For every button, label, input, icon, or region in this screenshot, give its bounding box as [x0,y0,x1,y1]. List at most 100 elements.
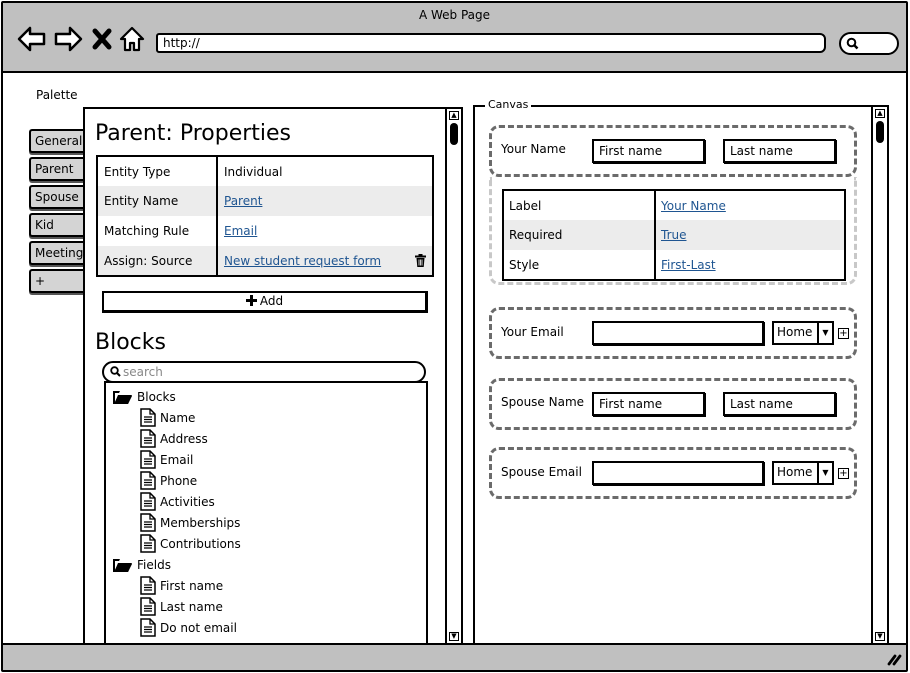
scroll-down-arrow-icon[interactable]: ▼ [449,632,459,641]
blocks-title: Blocks [95,330,166,355]
document-icon [140,513,156,532]
tree-item[interactable]: First name [106,575,426,596]
tree-item-label: Contributions [160,536,241,551]
table-row: Entity Name Parent [97,186,433,216]
scroll-up-arrow-icon[interactable]: ▲ [449,111,459,120]
tab-meeting[interactable]: Meeting [29,241,85,265]
property-key: Entity Name [97,186,218,216]
tree-item[interactable]: Phone [106,470,426,491]
trash-icon[interactable] [415,254,426,267]
tab-kid[interactable]: Kid [29,213,85,237]
assign-source-link[interactable]: New student request form [224,254,381,268]
document-icon [140,408,156,427]
label-setting-link[interactable]: Your Name [661,199,726,213]
properties-title: Parent: Properties [95,121,292,146]
entity-name-link[interactable]: Parent [224,194,262,208]
table-row: Matching Rule Email [97,216,433,246]
your-email-input[interactable] [592,321,764,345]
add-spouse-email-plus-icon[interactable]: + [838,468,849,479]
property-key: Matching Rule [97,216,218,246]
home-icon[interactable] [119,25,145,53]
tab-add[interactable]: + [29,269,85,293]
your-first-name-input[interactable]: First name [592,139,705,163]
tree-item[interactable]: Name [106,407,426,428]
add-button[interactable]: Add [102,291,428,313]
your-email-type-select[interactable]: Home ▼ [772,321,834,345]
property-value: Individual [224,164,283,179]
spouse-name-group[interactable]: Spouse Name First name Last name [489,378,857,430]
tree-item[interactable]: Activities [106,491,426,512]
tree-item-label: Activities [160,494,215,509]
setting-key: Required [503,220,656,250]
spouse-email-input[interactable] [592,461,764,485]
blocks-tree: Blocks Name Address Email Phone Activities Mem… [104,381,428,645]
spouse-name-label: Spouse Name [501,395,585,409]
window-title: A Web Page [418,8,491,22]
properties-scrollbar[interactable]: ▲ ▼ [445,109,461,643]
canvas-scrollbar[interactable]: ▲ ▼ [871,107,887,643]
tree-item[interactable]: Email [106,449,426,470]
document-icon [140,450,156,469]
tree-folder[interactable]: Blocks [106,386,426,407]
properties-panel: Parent: Properties Entity Type Individua… [83,107,463,645]
chevron-down-icon[interactable]: ▼ [817,323,832,343]
table-row: Entity Type Individual [97,156,433,186]
scroll-down-arrow-icon[interactable]: ▼ [875,632,885,641]
status-bar [3,643,906,670]
add-email-plus-icon[interactable]: + [838,328,849,339]
your-last-name-input[interactable]: Last name [723,139,836,163]
document-icon [140,597,156,616]
search-icon [110,366,121,377]
spouse-email-group[interactable]: Spouse Email Home ▼ + [489,447,857,499]
plus-icon [245,295,257,306]
style-setting-link[interactable]: First-Last [661,258,716,272]
tree-item-label: Fields [137,557,171,572]
tree-item[interactable]: Contributions [106,533,426,554]
required-setting-link[interactable]: True [661,228,687,242]
add-button-label: Add [259,294,284,308]
matching-rule-link[interactable]: Email [224,224,257,238]
spouse-email-type-select[interactable]: Home ▼ [772,461,834,485]
your-email-group[interactable]: Your Email Home ▼ + [489,307,857,359]
property-key: Entity Type [97,156,218,186]
palette-label: Palette [36,88,78,102]
your-email-label: Your Email [501,325,564,339]
tree-item[interactable]: Do not email [106,617,426,638]
spouse-email-type-value: Home [777,465,813,479]
browser-search-field[interactable] [839,32,899,55]
tree-item-label: First name [160,578,224,593]
chevron-down-icon[interactable]: ▼ [817,463,832,483]
close-x-icon[interactable] [91,25,113,53]
spouse-last-name-input[interactable]: Last name [723,392,836,416]
tree-item[interactable]: Memberships [106,512,426,533]
blocks-search-input[interactable]: search [102,361,426,383]
tree-folder[interactable]: Fields [106,554,426,575]
document-icon [140,471,156,490]
tab-spouse[interactable]: Spouse [29,185,85,209]
tree-item[interactable]: Address [106,428,426,449]
table-row: Assign: Source New student request form [97,246,433,276]
tab-parent[interactable]: Parent [29,157,85,181]
your-name-group[interactable]: Your Name First name Last name [489,125,857,177]
scroll-thumb[interactable] [450,123,458,145]
scroll-up-arrow-icon[interactable]: ▲ [875,109,885,118]
tree-item[interactable]: Last name [106,596,426,617]
document-icon [140,618,156,637]
table-row: Style First-Last [503,250,845,280]
browser-window: A Web Page http:// Palette General Paren… [1,1,908,672]
search-icon [846,37,859,50]
resize-grip-icon[interactable] [886,652,902,666]
document-icon [140,534,156,553]
arrow-right-icon[interactable] [53,25,83,53]
tab-general[interactable]: General [29,129,85,153]
arrow-left-icon[interactable] [17,25,47,53]
url-field[interactable]: http:// [156,33,826,53]
tree-item-label: Email [160,452,194,467]
tree-item-label: Memberships [160,515,241,530]
spouse-first-name-input[interactable]: First name [592,392,705,416]
scroll-thumb[interactable] [876,121,884,143]
your-name-settings-table: Label Your Name Required True Style Firs… [502,189,846,281]
properties-table: Entity Type Individual Entity Name Paren… [96,155,434,277]
tree-item-label: Do not email [160,620,237,635]
spouse-email-label: Spouse Email [501,465,582,479]
